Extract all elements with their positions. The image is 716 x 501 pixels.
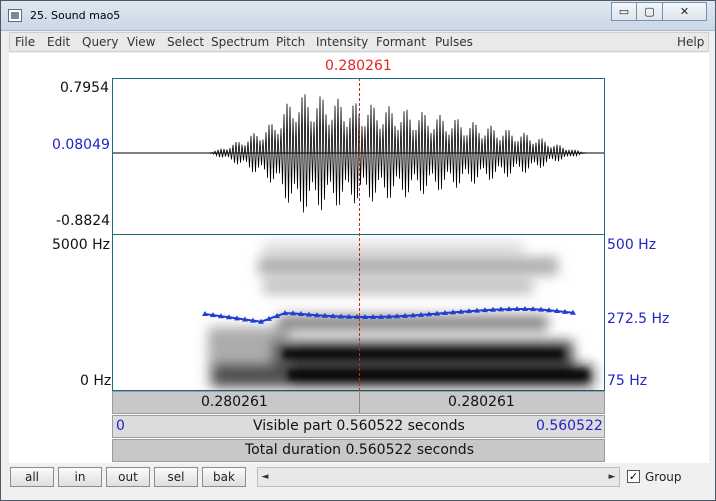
group-label: Group — [645, 470, 682, 484]
close-button[interactable]: ✕ — [663, 2, 707, 21]
visible-start-time: 0 — [116, 418, 125, 434]
window-controls: ▭ ▢ ✕ — [611, 2, 707, 21]
pitch-top-label: 500 Hz — [607, 237, 657, 253]
cursor-time-label: 0.280261 — [325, 58, 392, 74]
visible-part-label: Visible part 0.560522 seconds — [253, 418, 465, 434]
menu-select[interactable]: Select — [167, 35, 204, 49]
zoom-in-button[interactable]: in — [58, 467, 102, 487]
menu-bar: File Edit Query View Select Spectrum Pit… — [9, 32, 709, 52]
menu-query[interactable]: Query — [82, 35, 118, 49]
window-title: 25. Sound mao5 — [30, 9, 121, 22]
total-duration-label: Total duration 0.560522 seconds — [245, 442, 474, 458]
zoom-back-button[interactable]: bak — [202, 467, 246, 487]
visible-end-time: 0.560522 — [536, 418, 603, 434]
menu-formant[interactable]: Formant — [376, 35, 426, 49]
menu-pulses[interactable]: Pulses — [435, 35, 473, 49]
visible-part-bar[interactable]: 0 Visible part 0.560522 seconds 0.560522 — [112, 415, 605, 438]
spectrogram-top-frequency-label: 5000 Hz — [52, 237, 110, 253]
zoom-out-button[interactable]: out — [106, 467, 150, 487]
menu-edit[interactable]: Edit — [47, 35, 70, 49]
spectrogram-bottom-frequency-label: 0 Hz — [80, 373, 112, 389]
menu-spectrum[interactable]: Spectrum — [211, 35, 269, 49]
scroll-right-icon[interactable]: ► — [605, 468, 619, 486]
left-part-time: 0.280261 — [201, 394, 268, 410]
title-bar[interactable]: 25. Sound mao5 ▭ ▢ ✕ — [1, 1, 715, 31]
menu-help[interactable]: Help — [677, 35, 704, 49]
zoom-sel-button[interactable]: sel — [154, 467, 198, 487]
cursor-line — [359, 78, 360, 391]
waveform-cursor-value-label: 0.08049 — [52, 137, 110, 153]
praat-sound-window: 25. Sound mao5 ▭ ▢ ✕ File Edit Query Vie… — [0, 0, 716, 501]
waveform-max-label: 0.7954 — [60, 80, 109, 96]
editor-area: 0.280261 0.7954 0.08049 -0.8824 5000 Hz … — [9, 53, 709, 463]
cursor-divider — [359, 392, 360, 413]
praat-app-icon — [8, 9, 22, 22]
spectrogram-energy — [208, 243, 593, 387]
maximize-button[interactable]: ▢ — [637, 2, 663, 21]
horizontal-scrollbar[interactable]: ◄ ► — [257, 467, 620, 487]
selection-times-bar[interactable]: 0.280261 0.280261 — [112, 391, 605, 414]
group-checkbox[interactable]: ✓ — [627, 470, 640, 483]
minimize-button[interactable]: ▭ — [611, 2, 637, 21]
menu-file[interactable]: File — [15, 35, 35, 49]
pitch-mid-label: 272.5 Hz — [607, 311, 670, 327]
zoom-all-button[interactable]: all — [10, 467, 54, 487]
scroll-left-icon[interactable]: ◄ — [258, 468, 272, 486]
right-part-time: 0.280261 — [448, 394, 515, 410]
pitch-bottom-label: 75 Hz — [607, 373, 648, 389]
waveform-min-label: -0.8824 — [56, 213, 111, 229]
zoom-toolbar: all in out sel bak ◄ ► ✓ Group — [9, 465, 709, 493]
menu-view[interactable]: View — [127, 35, 155, 49]
total-duration-bar[interactable]: Total duration 0.560522 seconds — [112, 439, 605, 462]
menu-intensity[interactable]: Intensity — [316, 35, 368, 49]
menu-pitch[interactable]: Pitch — [276, 35, 305, 49]
